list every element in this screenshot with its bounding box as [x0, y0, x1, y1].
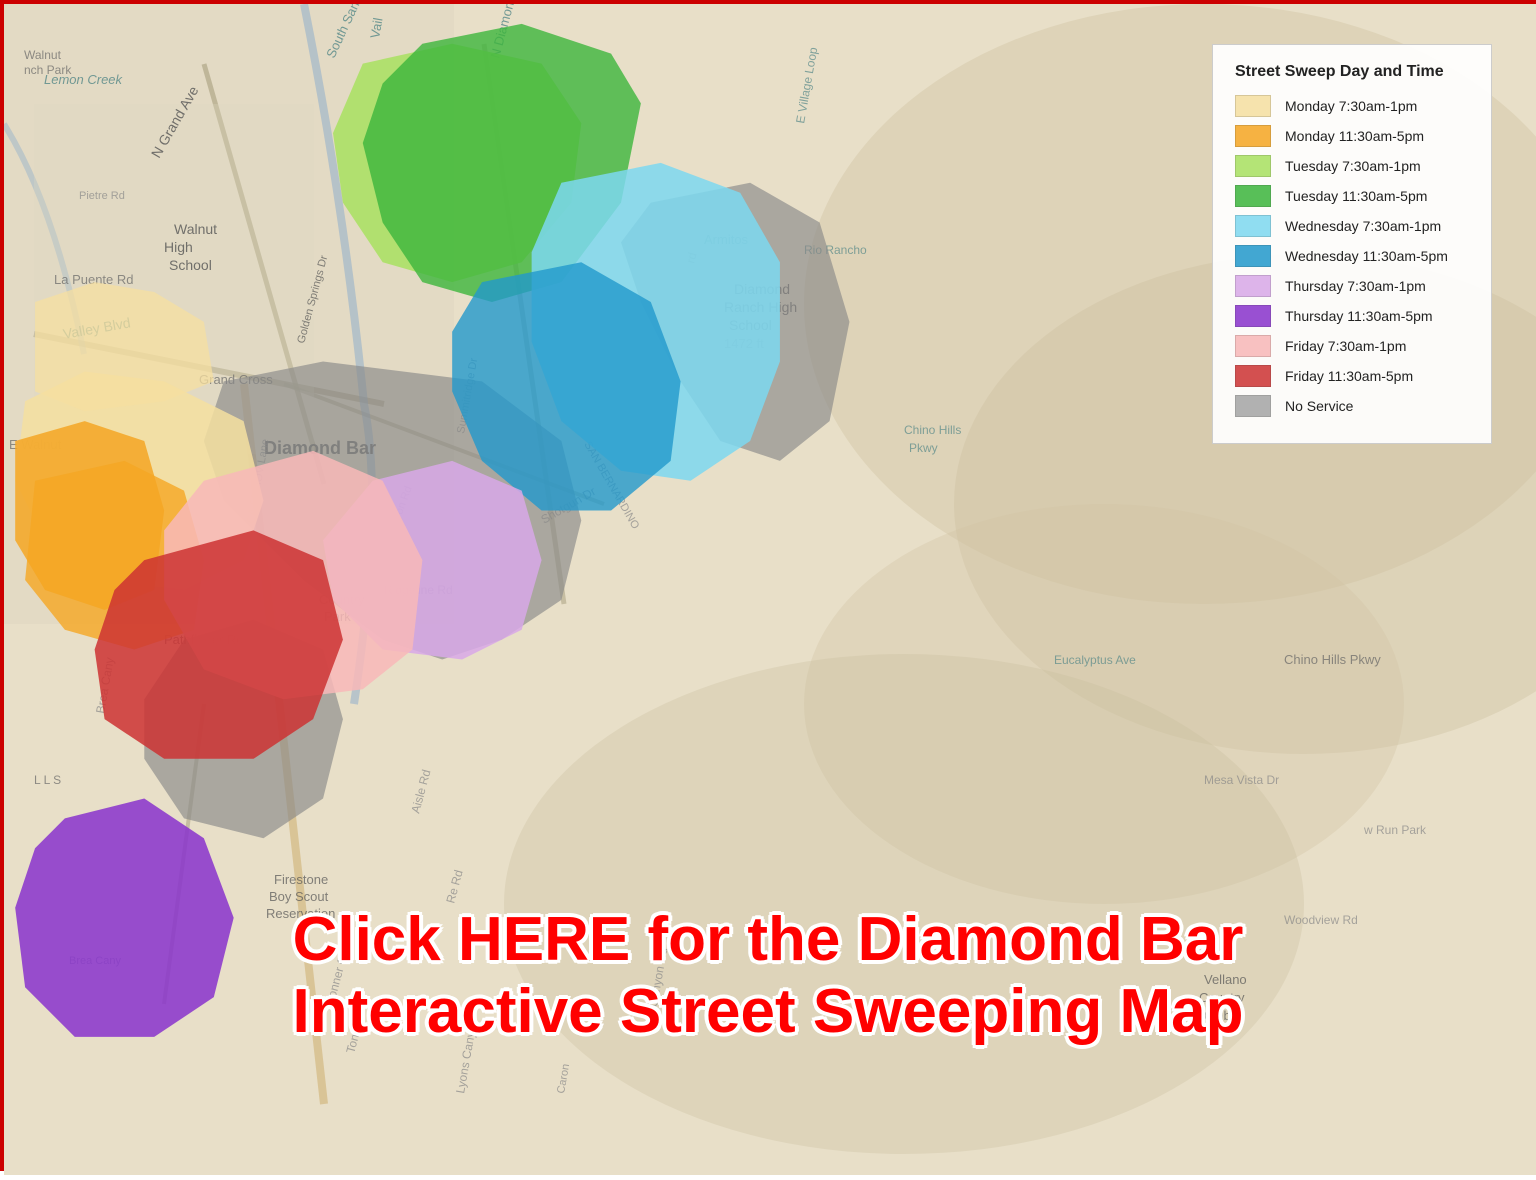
legend-label-wed-pm: Wednesday 11:30am-5pm: [1285, 248, 1448, 264]
legend-label-no-service: No Service: [1285, 398, 1353, 414]
legend-swatch-wed-pm: [1235, 245, 1271, 267]
main-container: Lemon Creek Walnut nch Park N Grand Ave …: [0, 0, 1536, 1171]
legend-label-thu-am: Thursday 7:30am-1pm: [1285, 278, 1426, 294]
legend-label-fri-am: Friday 7:30am-1pm: [1285, 338, 1406, 354]
legend-items: Monday 7:30am-1pm Monday 11:30am-5pm Tuesd…: [1235, 95, 1469, 417]
legend-label-thu-pm: Thursday 11:30am-5pm: [1285, 308, 1433, 324]
legend-swatch-mon-am: [1235, 95, 1271, 117]
legend-item-thu-am: Thursday 7:30am-1pm: [1235, 275, 1469, 297]
legend-item-tue-pm: Tuesday 11:30am-5pm: [1235, 185, 1469, 207]
cta-line1: Click HERE for the Diamond Bar: [293, 905, 1244, 974]
legend-label-tue-pm: Tuesday 11:30am-5pm: [1285, 188, 1427, 204]
legend-label-mon-pm: Monday 11:30am-5pm: [1285, 128, 1424, 144]
legend-swatch-tue-am: [1235, 155, 1271, 177]
legend-label-fri-pm: Friday 11:30am-5pm: [1285, 368, 1413, 384]
legend-item-no-service: No Service: [1235, 395, 1469, 417]
legend-label-wed-am: Wednesday 7:30am-1pm: [1285, 218, 1441, 234]
legend-swatch-fri-am: [1235, 335, 1271, 357]
legend-swatch-mon-pm: [1235, 125, 1271, 147]
legend-item-wed-pm: Wednesday 11:30am-5pm: [1235, 245, 1469, 267]
cta-link[interactable]: Click HERE for the Diamond Bar Interacti…: [293, 904, 1244, 1047]
legend-title: Street Sweep Day and Time: [1235, 63, 1469, 81]
legend-item-wed-am: Wednesday 7:30am-1pm: [1235, 215, 1469, 237]
legend-item-mon-am: Monday 7:30am-1pm: [1235, 95, 1469, 117]
legend-swatch-tue-pm: [1235, 185, 1271, 207]
legend-item-fri-am: Friday 7:30am-1pm: [1235, 335, 1469, 357]
legend-swatch-thu-am: [1235, 275, 1271, 297]
legend-item-mon-pm: Monday 11:30am-5pm: [1235, 125, 1469, 147]
legend-item-tue-am: Tuesday 7:30am-1pm: [1235, 155, 1469, 177]
legend-item-fri-pm: Friday 11:30am-5pm: [1235, 365, 1469, 387]
legend-swatch-thu-pm: [1235, 305, 1271, 327]
legend-label-tue-am: Tuesday 7:30am-1pm: [1285, 158, 1421, 174]
legend-swatch-fri-pm: [1235, 365, 1271, 387]
legend-label-mon-am: Monday 7:30am-1pm: [1285, 98, 1417, 114]
cta-line2: Interactive Street Sweeping Map: [293, 977, 1244, 1046]
legend: Street Sweep Day and Time Monday 7:30am-…: [1212, 44, 1492, 444]
legend-swatch-wed-am: [1235, 215, 1271, 237]
legend-swatch-no-service: [1235, 395, 1271, 417]
legend-item-thu-pm: Thursday 11:30am-5pm: [1235, 305, 1469, 327]
